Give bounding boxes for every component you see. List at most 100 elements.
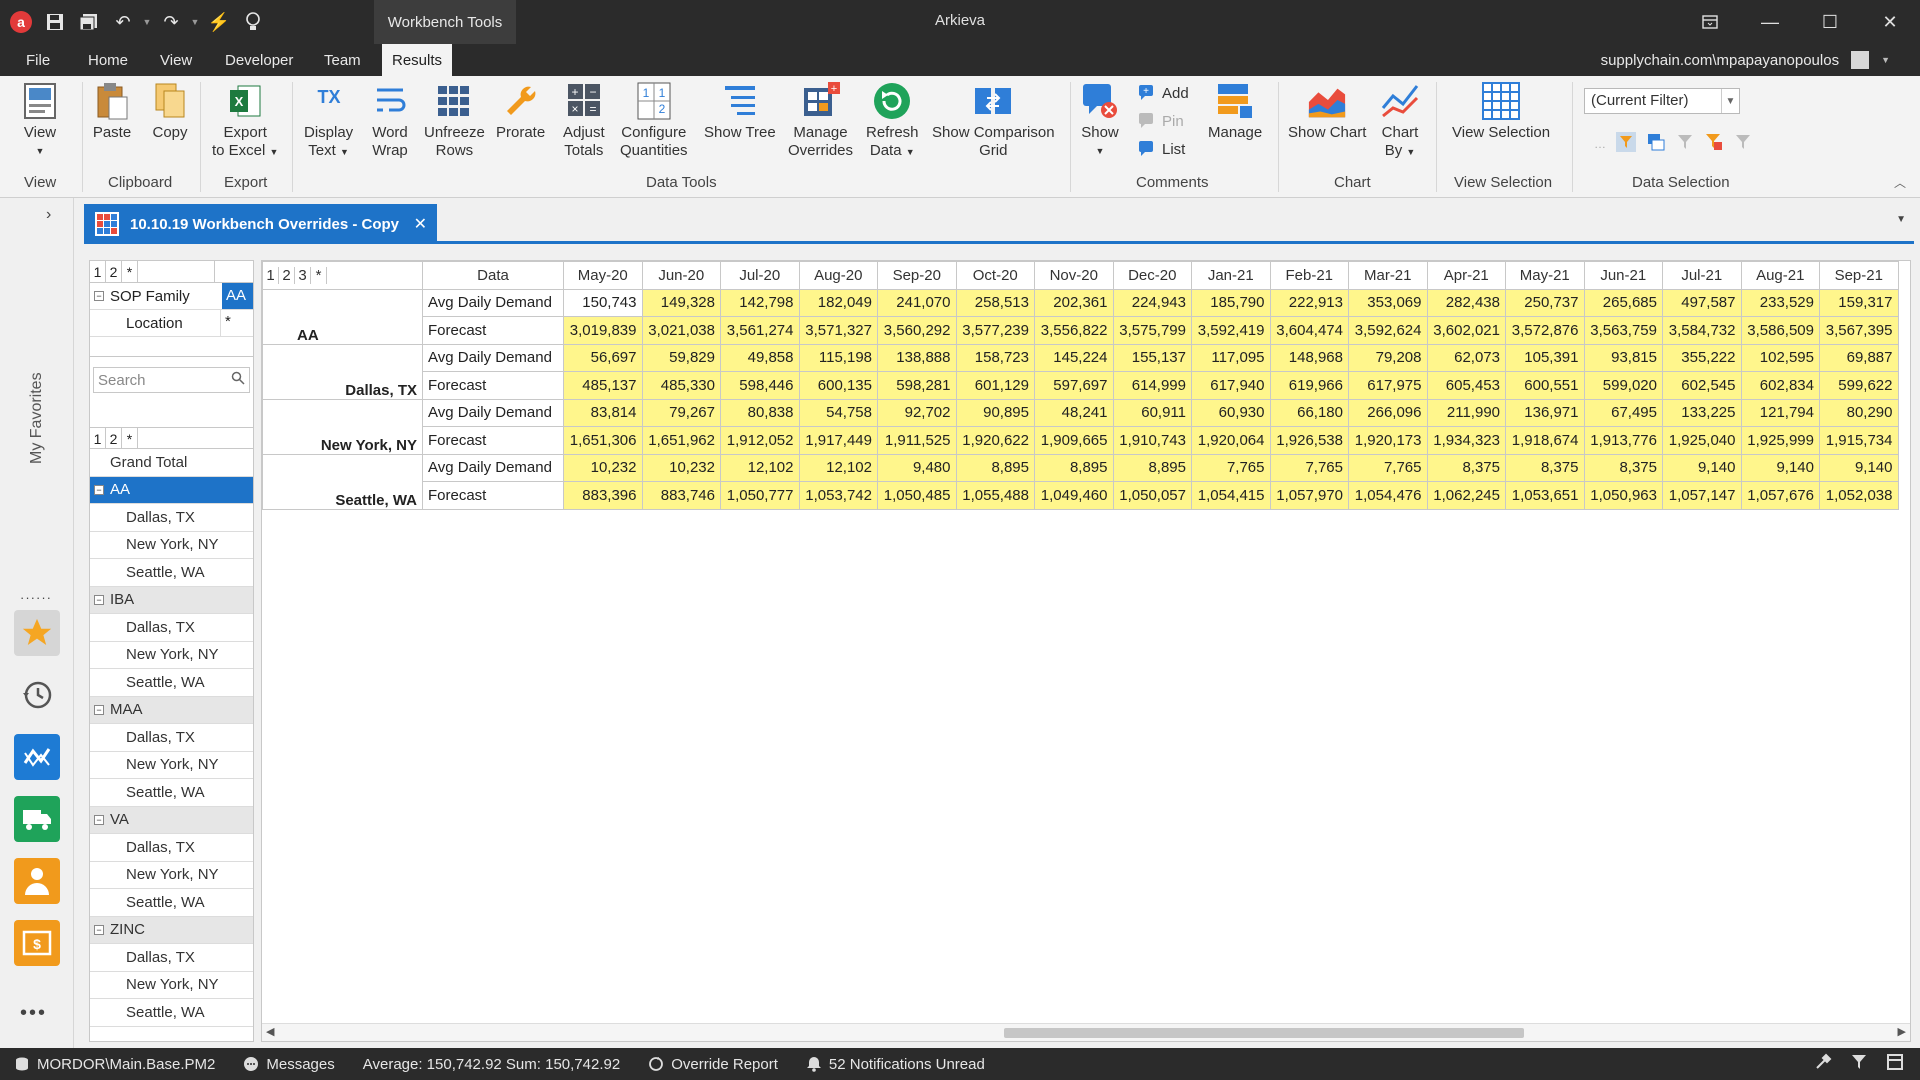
grid-cell[interactable]: 115,198 xyxy=(798,343,878,372)
tree-item[interactable]: Dallas, TX xyxy=(90,944,253,972)
grid-cell[interactable]: 92,702 xyxy=(877,398,957,427)
tools-icon[interactable] xyxy=(1814,1053,1832,1075)
grid-cell[interactable]: 241,070 xyxy=(877,288,957,317)
tab-home[interactable]: Home xyxy=(78,44,138,76)
tree-item[interactable]: Seattle, WA xyxy=(90,999,253,1027)
grid-cell[interactable]: 1,917,449 xyxy=(798,426,878,455)
column-header-month[interactable]: Jul-20 xyxy=(720,261,800,290)
grid-cell[interactable]: 185,790 xyxy=(1191,288,1271,317)
column-header-data[interactable]: Data xyxy=(422,261,564,290)
grid-cell[interactable]: 1,920,622 xyxy=(955,426,1035,455)
grid-cell[interactable]: 222,913 xyxy=(1269,288,1349,317)
person-icon[interactable] xyxy=(14,858,60,904)
grid-cell[interactable]: 599,020 xyxy=(1583,371,1663,400)
panel-icon[interactable] xyxy=(1886,1053,1904,1075)
filter-highlight-icon[interactable] xyxy=(1616,132,1636,156)
grid-cell[interactable]: 265,685 xyxy=(1583,288,1663,317)
grid-cell[interactable]: 1,053,742 xyxy=(798,481,878,510)
grid-cell[interactable]: 7,765 xyxy=(1191,453,1271,482)
grid-cell[interactable]: 66,180 xyxy=(1269,398,1349,427)
app-logo-icon[interactable]: a xyxy=(4,0,38,44)
filter-field-value[interactable]: * xyxy=(220,310,253,336)
my-favorites-label[interactable]: My Favorites xyxy=(22,358,52,478)
grid-cell[interactable]: 1,062,245 xyxy=(1426,481,1506,510)
grid-cell[interactable]: 1,920,064 xyxy=(1191,426,1271,455)
grid-cell[interactable]: 9,140 xyxy=(1740,453,1820,482)
tab-file[interactable]: File xyxy=(16,44,60,76)
grid-cell[interactable]: 9,140 xyxy=(1662,453,1742,482)
grid-cell[interactable]: 182,049 xyxy=(798,288,878,317)
grid-cell[interactable]: 7,765 xyxy=(1269,453,1349,482)
more-icon[interactable]: … xyxy=(1594,137,1606,151)
grid-cell[interactable]: 602,545 xyxy=(1662,371,1742,400)
grid-cell[interactable]: 10,232 xyxy=(641,453,721,482)
tree-item[interactable]: Seattle, WA xyxy=(90,889,253,917)
redo-icon[interactable]: ↷ xyxy=(154,0,188,44)
prorate-button[interactable]: Prorate xyxy=(496,80,545,142)
history-icon[interactable] xyxy=(14,672,60,718)
grid-cell[interactable]: 1,054,476 xyxy=(1348,481,1428,510)
grid-cell[interactable]: 69,887 xyxy=(1819,343,1899,372)
truck-icon[interactable] xyxy=(14,796,60,842)
grid-cell[interactable]: 83,814 xyxy=(563,398,643,427)
tree-grand-total[interactable]: Grand Total xyxy=(90,449,253,477)
grid-cell[interactable]: 1,651,962 xyxy=(641,426,721,455)
grid-cell[interactable]: 282,438 xyxy=(1426,288,1506,317)
grid-cell[interactable]: 3,577,239 xyxy=(955,316,1035,345)
grid-cell[interactable]: 8,895 xyxy=(955,453,1035,482)
grid-cell[interactable]: 1,050,057 xyxy=(1112,481,1192,510)
copy-button[interactable]: Copy xyxy=(150,80,190,142)
tree-group[interactable]: − AA xyxy=(90,476,253,504)
grid-cell[interactable]: 145,224 xyxy=(1034,343,1114,372)
row-header-measure[interactable]: Avg Daily Demand xyxy=(422,288,564,317)
column-header-month[interactable]: Apr-21 xyxy=(1426,261,1506,290)
grid-cell[interactable]: 600,551 xyxy=(1505,371,1585,400)
grid-cell[interactable]: 883,396 xyxy=(563,481,643,510)
grid-cell[interactable]: 3,556,822 xyxy=(1034,316,1114,345)
minimize-icon[interactable]: — xyxy=(1740,0,1800,44)
grid-cell[interactable]: 102,595 xyxy=(1740,343,1820,372)
grid-cell[interactable]: 133,225 xyxy=(1662,398,1742,427)
ribbon-display-icon[interactable] xyxy=(1680,0,1740,44)
column-header-month[interactable]: Jul-21 xyxy=(1662,261,1742,290)
tree-item[interactable]: Seattle, WA xyxy=(90,559,253,587)
grid-cell[interactable]: 48,241 xyxy=(1034,398,1114,427)
grid-cell[interactable]: 1,057,676 xyxy=(1740,481,1820,510)
grid-cell[interactable]: 1,925,040 xyxy=(1662,426,1742,455)
column-header-month[interactable]: Sep-20 xyxy=(877,261,957,290)
grid-cell[interactable]: 90,895 xyxy=(955,398,1035,427)
grid-cell[interactable]: 3,571,327 xyxy=(798,316,878,345)
display-text-button[interactable]: TX Display Text ▼ xyxy=(304,80,353,161)
grid-cell[interactable]: 1,651,306 xyxy=(563,426,643,455)
grid-cell[interactable]: 8,895 xyxy=(1112,453,1192,482)
tree-group[interactable]: − IBA xyxy=(90,586,253,614)
row-header-measure[interactable]: Forecast xyxy=(422,371,564,400)
grid-level-2[interactable]: 3 xyxy=(295,266,311,284)
row-header-measure[interactable]: Avg Daily Demand xyxy=(422,453,564,482)
tree-item[interactable]: Seattle, WA xyxy=(90,669,253,697)
row-header-measure[interactable]: Forecast xyxy=(422,426,564,455)
scroll-thumb[interactable] xyxy=(1004,1028,1524,1038)
row-header-location[interactable]: New York, NY xyxy=(262,398,423,455)
configure-quantities-button[interactable]: 112 Configure Quantities xyxy=(620,80,688,160)
current-filter-select[interactable]: (Current Filter) ▼ xyxy=(1584,88,1740,114)
override-report-status[interactable]: Override Report xyxy=(634,1048,792,1080)
tree-item[interactable]: Dallas, TX xyxy=(90,834,253,862)
grid-cell[interactable]: 1,050,485 xyxy=(877,481,957,510)
grid-cell[interactable]: 1,050,777 xyxy=(720,481,800,510)
messages-status[interactable]: Messages xyxy=(229,1048,348,1080)
collapse-icon[interactable]: − xyxy=(94,484,104,495)
save-icon[interactable] xyxy=(38,0,72,44)
grid-cell[interactable]: 485,330 xyxy=(641,371,721,400)
column-header-month[interactable]: May-21 xyxy=(1505,261,1585,290)
grid-cell[interactable]: 614,999 xyxy=(1112,371,1192,400)
scroll-left-icon[interactable]: ◀ xyxy=(266,1025,274,1038)
column-header-month[interactable]: Aug-20 xyxy=(798,261,878,290)
tab-list-dropdown-icon[interactable]: ▼ xyxy=(1896,214,1906,225)
grid-cell[interactable]: 1,909,665 xyxy=(1034,426,1114,455)
grid-cell[interactable]: 3,560,292 xyxy=(877,316,957,345)
grid-cell[interactable]: 258,513 xyxy=(955,288,1035,317)
pin-comment-button[interactable]: Pin xyxy=(1138,112,1184,130)
collapse-icon[interactable]: − xyxy=(94,291,104,301)
redo-dropdown-icon[interactable]: ▼ xyxy=(188,0,202,44)
